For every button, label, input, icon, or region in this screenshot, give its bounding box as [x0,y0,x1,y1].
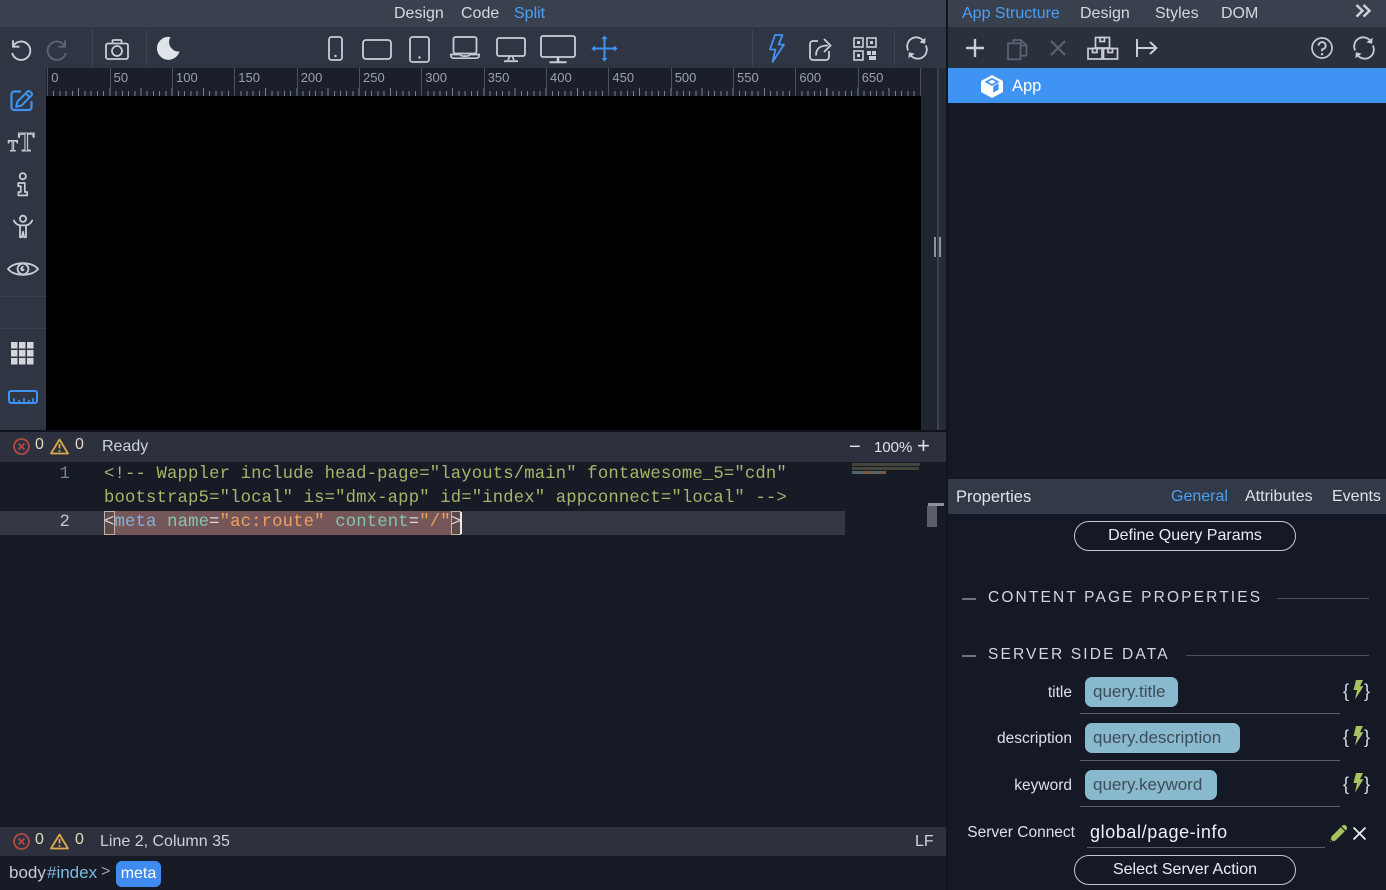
svg-text:T: T [8,138,18,155]
svg-text:T: T [18,127,35,157]
